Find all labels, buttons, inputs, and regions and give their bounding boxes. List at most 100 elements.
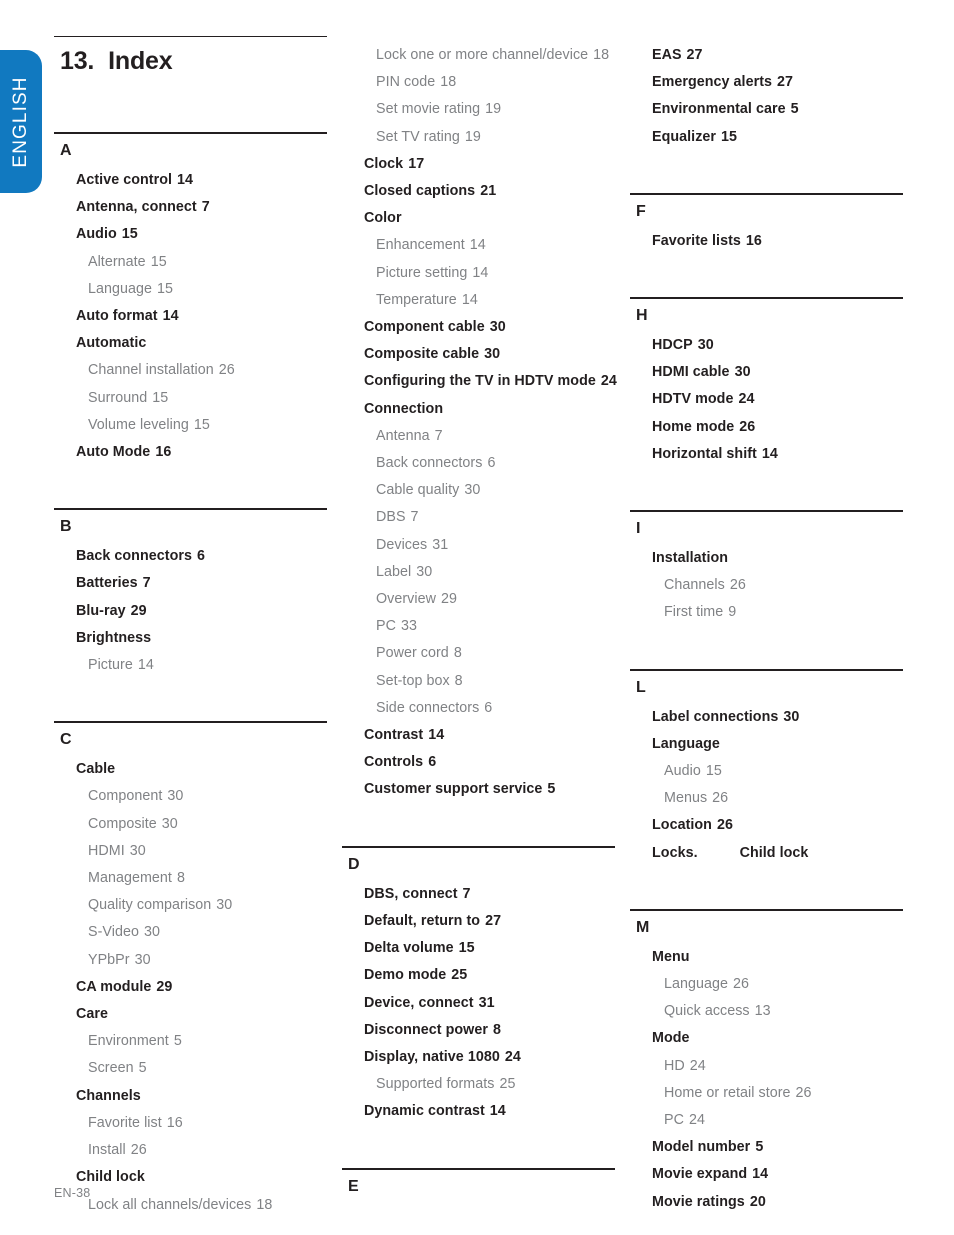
index-entry[interactable]: Install 26 [54, 1137, 327, 1164]
index-entry[interactable]: CA module 29 [54, 974, 327, 1001]
index-entry[interactable]: Clock 17 [342, 151, 615, 178]
index-entry[interactable]: Menus 26 [630, 785, 903, 812]
index-entry[interactable]: Component 30 [54, 783, 327, 810]
index-entry[interactable]: Environmental care 5 [630, 96, 903, 123]
index-entry[interactable]: Language 15 [54, 276, 327, 303]
index-entry[interactable]: Quality comparison 30 [54, 892, 327, 919]
index-entry[interactable]: Composite 30 [54, 811, 327, 838]
index-entry[interactable]: Antenna 7 [342, 423, 615, 450]
index-entry[interactable]: HD 24 [630, 1053, 903, 1080]
index-entry[interactable]: Enhancement 14 [342, 232, 615, 259]
index-entry[interactable]: Favorite lists 16 [630, 228, 903, 255]
index-entry[interactable]: Display, native 1080 24 [342, 1044, 615, 1071]
index-entry[interactable]: Auto format 14 [54, 303, 327, 330]
index-entry[interactable]: YPbPr 30 [54, 947, 327, 974]
index-entry[interactable]: PC 24 [630, 1107, 903, 1134]
index-entry[interactable]: Locks. Child lock [630, 840, 903, 867]
index-entry[interactable]: Lock one or more channel/device 18 [342, 42, 615, 69]
index-entry[interactable]: Environment 5 [54, 1028, 327, 1055]
index-entry[interactable]: HDMI cable 30 [630, 359, 903, 386]
index-entry[interactable]: Delta volume 15 [342, 935, 615, 962]
index-entry[interactable]: Picture 14 [54, 652, 327, 679]
index-entry[interactable]: Dynamic contrast 14 [342, 1098, 615, 1125]
index-entry-cross-reference[interactable]: Child lock [698, 845, 809, 861]
index-entry[interactable]: Location 26 [630, 812, 903, 839]
index-entry[interactable]: Demo mode 25 [342, 962, 615, 989]
index-entry[interactable]: Model number 5 [630, 1134, 903, 1161]
index-entry[interactable]: Device, connect 31 [342, 990, 615, 1017]
index-entry[interactable]: Back connectors 6 [342, 450, 615, 477]
index-entry[interactable]: Auto Mode 16 [54, 439, 327, 466]
index-entry[interactable]: Channels 26 [630, 572, 903, 599]
index-entry[interactable]: Movie ratings 20 [630, 1189, 903, 1216]
index-entry[interactable]: Default, return to 27 [342, 908, 615, 935]
index-entry[interactable]: EAS 27 [630, 42, 903, 69]
index-entry[interactable]: Management 8 [54, 865, 327, 892]
index-entry[interactable]: Color [342, 205, 615, 232]
index-entry[interactable]: Child lock [54, 1164, 327, 1191]
index-entry[interactable]: Menu [630, 944, 903, 971]
index-entry[interactable]: Favorite list 16 [54, 1110, 327, 1137]
index-entry[interactable]: Active control 14 [54, 167, 327, 194]
index-entry[interactable]: Movie expand 14 [630, 1161, 903, 1188]
index-entry[interactable]: Blu-ray 29 [54, 598, 327, 625]
index-entry[interactable]: Emergency alerts 27 [630, 69, 903, 96]
index-entry[interactable]: Screen 5 [54, 1055, 327, 1082]
index-entry[interactable]: Supported formats 25 [342, 1071, 615, 1098]
index-entry[interactable]: Horizontal shift 14 [630, 441, 903, 468]
index-entry[interactable]: Lock all channels/devices 18 [54, 1192, 327, 1219]
index-entry[interactable]: DBS 7 [342, 504, 615, 531]
index-entry[interactable]: Picture setting 14 [342, 260, 615, 287]
index-entry[interactable]: Temperature 14 [342, 287, 615, 314]
index-entry[interactable]: Cable [54, 756, 327, 783]
index-entry[interactable]: Set-top box 8 [342, 668, 615, 695]
index-entry[interactable]: Customer support service 5 [342, 776, 615, 803]
index-entry[interactable]: S-Video 30 [54, 919, 327, 946]
index-entry[interactable]: Set movie rating 19 [342, 96, 615, 123]
index-entry[interactable]: HDMI 30 [54, 838, 327, 865]
index-entry[interactable]: Controls 6 [342, 749, 615, 776]
index-entry[interactable]: Label 30 [342, 559, 615, 586]
index-entry[interactable]: Volume leveling 15 [54, 412, 327, 439]
index-entry[interactable]: Channels [54, 1083, 327, 1110]
index-entry[interactable]: PIN code 18 [342, 69, 615, 96]
index-entry[interactable]: Devices 31 [342, 532, 615, 559]
index-entry[interactable]: DBS, connect 7 [342, 881, 615, 908]
index-entry[interactable]: HDCP 30 [630, 332, 903, 359]
index-entry[interactable]: Quick access 13 [630, 998, 903, 1025]
index-entry[interactable]: First time 9 [630, 599, 903, 626]
index-entry[interactable]: PC 33 [342, 613, 615, 640]
index-entry[interactable]: Mode [630, 1025, 903, 1052]
index-entry[interactable]: Batteries 7 [54, 570, 327, 597]
index-entry[interactable]: Surround 15 [54, 385, 327, 412]
index-entry[interactable]: Equalizer 15 [630, 124, 903, 151]
index-entry[interactable]: Component cable 30 [342, 314, 615, 341]
index-entry[interactable]: Disconnect power 8 [342, 1017, 615, 1044]
index-entry[interactable]: Composite cable 30 [342, 341, 615, 368]
index-entry[interactable]: Set TV rating 19 [342, 124, 615, 151]
index-entry[interactable]: Care [54, 1001, 327, 1028]
index-entry[interactable]: Side connectors 6 [342, 695, 615, 722]
index-entry[interactable]: Language [630, 731, 903, 758]
index-entry[interactable]: Language 26 [630, 971, 903, 998]
index-entry[interactable]: Label connections 30 [630, 704, 903, 731]
index-entry[interactable]: Back connectors 6 [54, 543, 327, 570]
index-entry[interactable]: HDTV mode 24 [630, 386, 903, 413]
index-entry[interactable]: Connection [342, 396, 615, 423]
index-entry[interactable]: Automatic [54, 330, 327, 357]
index-entry[interactable]: Installation [630, 545, 903, 572]
index-entry[interactable]: Home mode 26 [630, 414, 903, 441]
index-entry[interactable]: Audio 15 [54, 221, 327, 248]
index-entry[interactable]: Closed captions 21 [342, 178, 615, 205]
index-entry[interactable]: Cable quality 30 [342, 477, 615, 504]
index-entry[interactable]: Alternate 15 [54, 249, 327, 276]
index-entry[interactable]: Audio 15 [630, 758, 903, 785]
index-entry[interactable]: Brightness [54, 625, 327, 652]
index-entry[interactable]: Contrast 14 [342, 722, 615, 749]
index-entry[interactable]: Antenna, connect 7 [54, 194, 327, 221]
index-entry[interactable]: Home or retail store 26 [630, 1080, 903, 1107]
index-entry[interactable]: Overview 29 [342, 586, 615, 613]
index-entry[interactable]: Channel installation 26 [54, 357, 327, 384]
index-entry[interactable]: Power cord 8 [342, 640, 615, 667]
index-entry[interactable]: Configuring the TV in HDTV mode 24 [342, 368, 617, 395]
